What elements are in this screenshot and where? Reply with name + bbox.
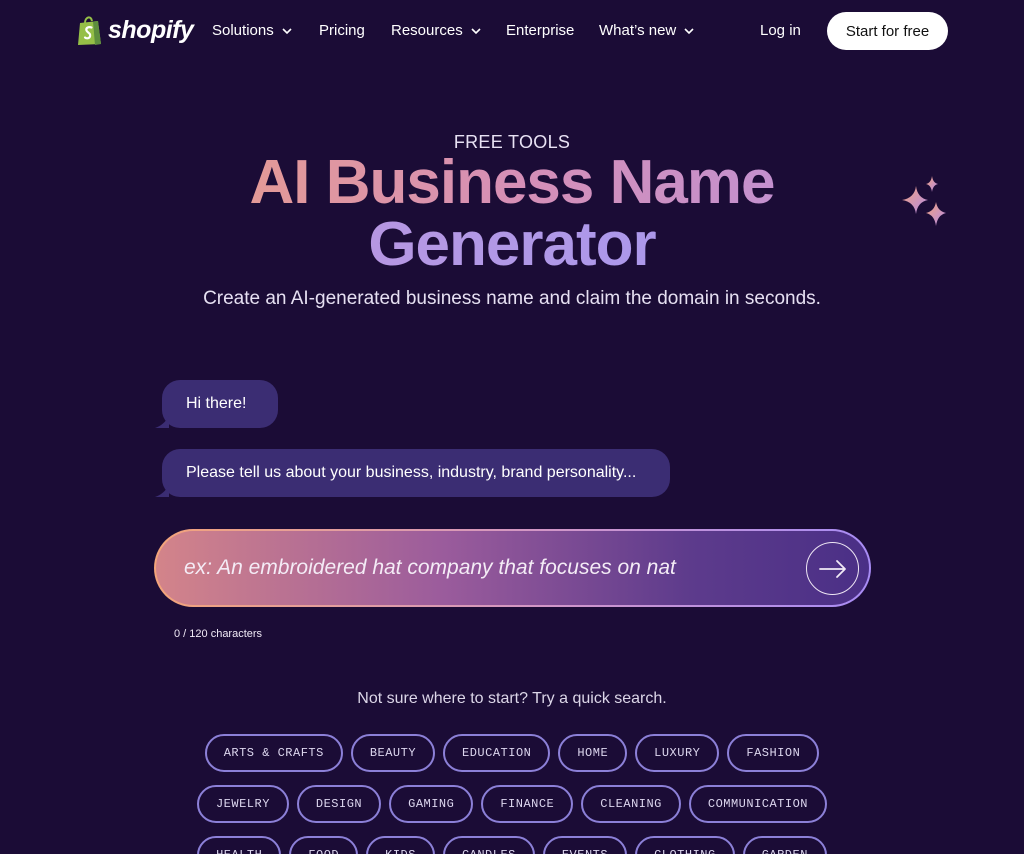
chat-message-text: Hi there! [186, 395, 247, 412]
hero-subtitle: Create an AI-generated business name and… [203, 288, 821, 309]
nav-item-label: Pricing [319, 22, 365, 39]
chat-bubble: Please tell us about your business, indu… [162, 449, 670, 497]
category-chip-education[interactable]: EDUCATION [443, 734, 551, 772]
bubble-tail [155, 485, 169, 497]
nav-item-pricing[interactable]: Pricing [319, 22, 365, 39]
category-chip-gaming[interactable]: GAMING [389, 785, 474, 823]
chevron-down-icon [282, 27, 292, 34]
quick-search-row: JEWELRY DESIGN GAMING FINANCE CLEANING C… [0, 785, 1024, 823]
business-description-field [154, 529, 871, 607]
shopify-logo[interactable]: shopify [76, 14, 194, 46]
chat-message-text: Please tell us about your business, indu… [186, 464, 637, 481]
login-link[interactable]: Log in [760, 22, 801, 39]
chat-bubble: Hi there! [162, 380, 278, 428]
chevron-down-icon [684, 27, 694, 34]
category-chip-jewelry[interactable]: JEWELRY [196, 785, 289, 823]
category-chip-fashion[interactable]: FASHION [727, 734, 820, 772]
character-counter: 0 / 120 characters [174, 628, 263, 640]
business-description-field-inner [156, 531, 869, 605]
logo-wordmark: shopify [108, 15, 194, 44]
category-chip-design[interactable]: DESIGN [296, 785, 382, 823]
business-description-input[interactable] [184, 531, 784, 605]
category-chip-home[interactable]: HOME [558, 734, 628, 772]
nav-item-label: What’s new [599, 22, 677, 39]
nav-item-whats-new[interactable]: What’s new [599, 22, 694, 39]
category-chip-cleaning[interactable]: CLEANING [581, 785, 681, 823]
category-chip-beauty[interactable]: BEAUTY [350, 734, 436, 772]
category-chip-luxury[interactable]: LUXURY [635, 734, 720, 772]
nav-item-solutions[interactable]: Solutions [212, 22, 292, 39]
category-chip-food[interactable]: FOOD [289, 836, 359, 854]
category-chip-garden[interactable]: GARDEN [742, 836, 827, 854]
category-chip-finance[interactable]: FINANCE [481, 785, 574, 823]
arrow-right-icon [818, 559, 846, 578]
page-title-line-1: AI Business Name [0, 152, 1024, 214]
nav-item-label: Resources [391, 22, 463, 39]
quick-search-row: ARTS & CRAFTS BEAUTY EDUCATION HOME LUXU… [0, 734, 1024, 772]
submit-button[interactable] [806, 542, 859, 595]
quick-search-row: HEALTH FOOD KIDS CANDLES EVENTS CLOTHING… [0, 836, 1024, 854]
category-chip-candles[interactable]: CANDLES [442, 836, 535, 854]
nav-item-enterprise[interactable]: Enterprise [506, 22, 574, 39]
chevron-down-icon [471, 27, 481, 34]
shopping-bag-icon [78, 16, 101, 45]
page-title-line-2: Generator [0, 214, 1024, 276]
start-for-free-button[interactable]: Start for free [827, 12, 948, 50]
category-chip-health[interactable]: HEALTH [197, 836, 282, 854]
nav-item-label: Enterprise [506, 22, 575, 39]
sparkle-icon [902, 176, 946, 226]
category-chip-kids[interactable]: KIDS [366, 836, 435, 854]
top-navigation: shopify Solutions Pricing Resources Ente… [0, 0, 1024, 64]
category-chip-communication[interactable]: COMMUNICATION [688, 785, 827, 823]
nav-item-label: Solutions [212, 22, 274, 39]
page-title: AI Business Name Generator [0, 152, 1024, 276]
bubble-tail [155, 416, 169, 428]
category-chip-events[interactable]: EVENTS [542, 836, 628, 854]
nav-item-resources[interactable]: Resources [391, 22, 481, 39]
category-chip-arts-crafts[interactable]: ARTS & CRAFTS [204, 734, 343, 772]
quick-search-hint: Not sure where to start? Try a quick sea… [357, 690, 667, 707]
category-chip-clothing[interactable]: CLOTHING [635, 836, 735, 854]
